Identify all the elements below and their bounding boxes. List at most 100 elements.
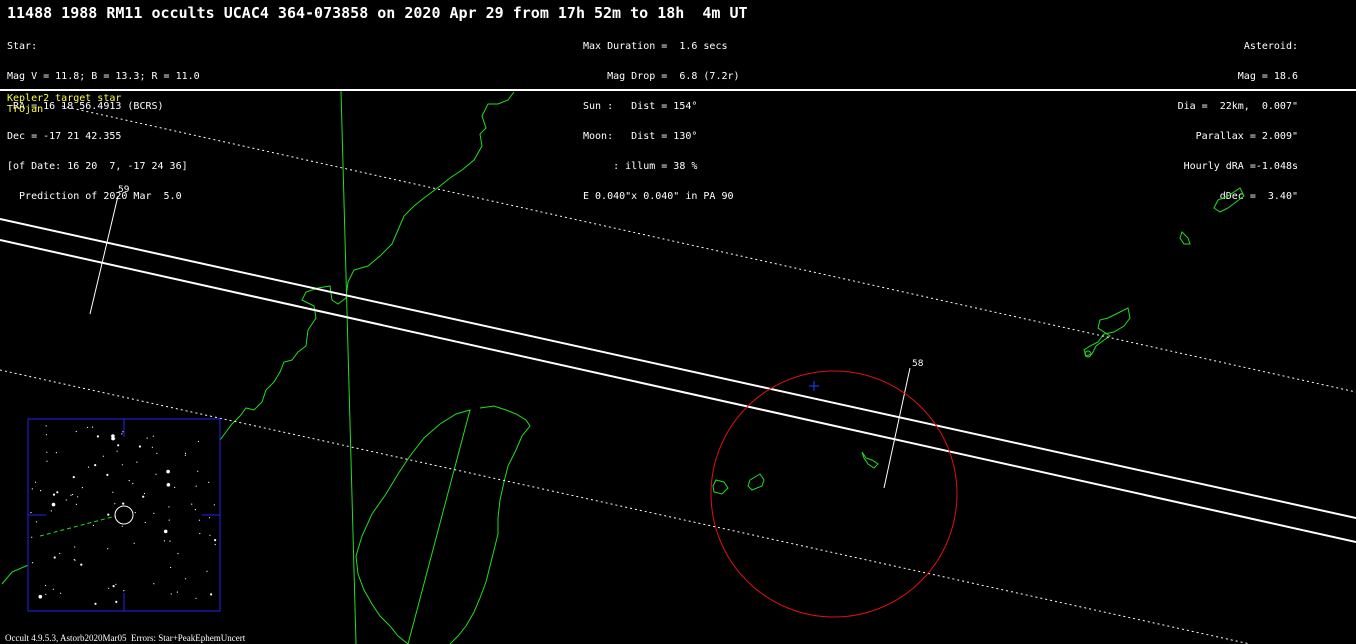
star-dot <box>72 476 75 479</box>
star-dot <box>53 556 56 559</box>
star-dot <box>45 584 47 587</box>
star-dot <box>123 590 125 592</box>
star-dot <box>46 460 48 462</box>
star-dot <box>115 583 117 585</box>
island-batanes <box>861 451 879 469</box>
star-dot <box>112 585 115 588</box>
star-dot <box>152 435 154 437</box>
island-okinawa <box>1083 307 1131 357</box>
star-dot <box>213 504 215 506</box>
taiwan-coastline <box>355 405 531 644</box>
star-dot <box>94 464 97 467</box>
star-dot <box>214 539 217 542</box>
star-dot <box>46 451 48 453</box>
star-dot <box>87 466 90 468</box>
occultation-map[interactable]: 59 58 <box>0 0 1356 644</box>
star-dot <box>199 532 201 535</box>
trojan-tag: Trojan <box>7 104 44 115</box>
star-dot <box>208 481 210 483</box>
star-dot <box>144 521 146 524</box>
star-dot <box>112 491 114 493</box>
star-dot <box>73 559 75 561</box>
star-dot <box>138 445 141 448</box>
north-error-limit <box>61 105 1356 393</box>
star-dot <box>153 512 155 515</box>
star-dot <box>176 591 178 593</box>
star-dot <box>96 435 99 438</box>
star-dot <box>136 461 138 463</box>
site-58-label: 58 <box>912 359 924 369</box>
star-dot <box>195 485 197 487</box>
star-dot <box>107 513 110 516</box>
star-dot <box>194 509 196 511</box>
star-dot <box>166 469 170 474</box>
star-dot <box>31 536 33 538</box>
star-dot <box>56 491 59 494</box>
star-dot <box>38 594 43 599</box>
star-dot <box>75 503 77 505</box>
star-dot <box>77 496 79 498</box>
star-dot <box>71 493 74 496</box>
star-dot <box>59 552 61 555</box>
site-59-marker[interactable] <box>89 195 119 315</box>
star-dot <box>134 511 136 514</box>
software-footer: Occult 4.9.5.3, Astorb2020Mar05 Errors: … <box>5 633 246 643</box>
star-dot <box>75 430 77 433</box>
star-dot <box>108 587 110 589</box>
star-dot <box>92 524 94 527</box>
star-dot <box>60 592 62 594</box>
star-dot <box>52 588 55 590</box>
star-dot <box>151 446 153 448</box>
star-dot <box>177 553 179 555</box>
star-dot <box>174 486 176 488</box>
star-dot <box>170 593 172 595</box>
star-dot <box>184 452 187 454</box>
star-dot <box>114 503 116 505</box>
island-babuyan <box>747 473 765 491</box>
star-dot <box>210 593 213 596</box>
star-dot <box>184 578 187 580</box>
star-dot <box>208 517 211 519</box>
star-dot <box>142 495 145 498</box>
star-dot <box>34 481 37 483</box>
island-amami <box>1213 187 1245 213</box>
star-chart-inset[interactable] <box>27 418 221 612</box>
island-tokunoshima <box>1179 231 1191 245</box>
star-dot <box>45 425 47 427</box>
star-dot <box>143 492 146 495</box>
star-dot <box>115 600 118 604</box>
star-dot <box>166 483 171 487</box>
star-dot <box>121 464 124 466</box>
star-dot <box>52 493 56 496</box>
star-dot <box>197 440 199 443</box>
center-cross-icon <box>809 381 819 391</box>
star-dot <box>102 455 104 457</box>
star-dot <box>184 454 186 456</box>
star-dot <box>35 521 38 523</box>
star-dot <box>206 570 208 572</box>
star-chart-frame <box>27 418 221 612</box>
star-dot <box>146 437 148 439</box>
island-kume <box>1084 350 1092 358</box>
star-dot <box>45 593 47 595</box>
star-dot <box>94 602 97 605</box>
star-dot <box>30 511 32 514</box>
star-dot <box>170 566 172 569</box>
star-dot <box>111 434 115 438</box>
star-dot <box>168 506 170 508</box>
meridian-line <box>340 90 357 644</box>
star-dot <box>55 452 58 454</box>
star-dot <box>50 510 52 512</box>
star-dot <box>156 452 158 454</box>
star-dot <box>197 470 199 472</box>
star-dot <box>74 546 76 548</box>
star-dot <box>107 548 109 550</box>
star-dot <box>117 444 120 447</box>
star-dot <box>122 431 124 433</box>
site-58-marker[interactable] <box>883 367 911 489</box>
star-dot <box>91 426 94 428</box>
star-dot <box>133 542 135 544</box>
star-dot <box>128 480 130 482</box>
star-dot <box>195 597 197 599</box>
kepler2-tag: Kepler2 target star <box>7 93 122 104</box>
